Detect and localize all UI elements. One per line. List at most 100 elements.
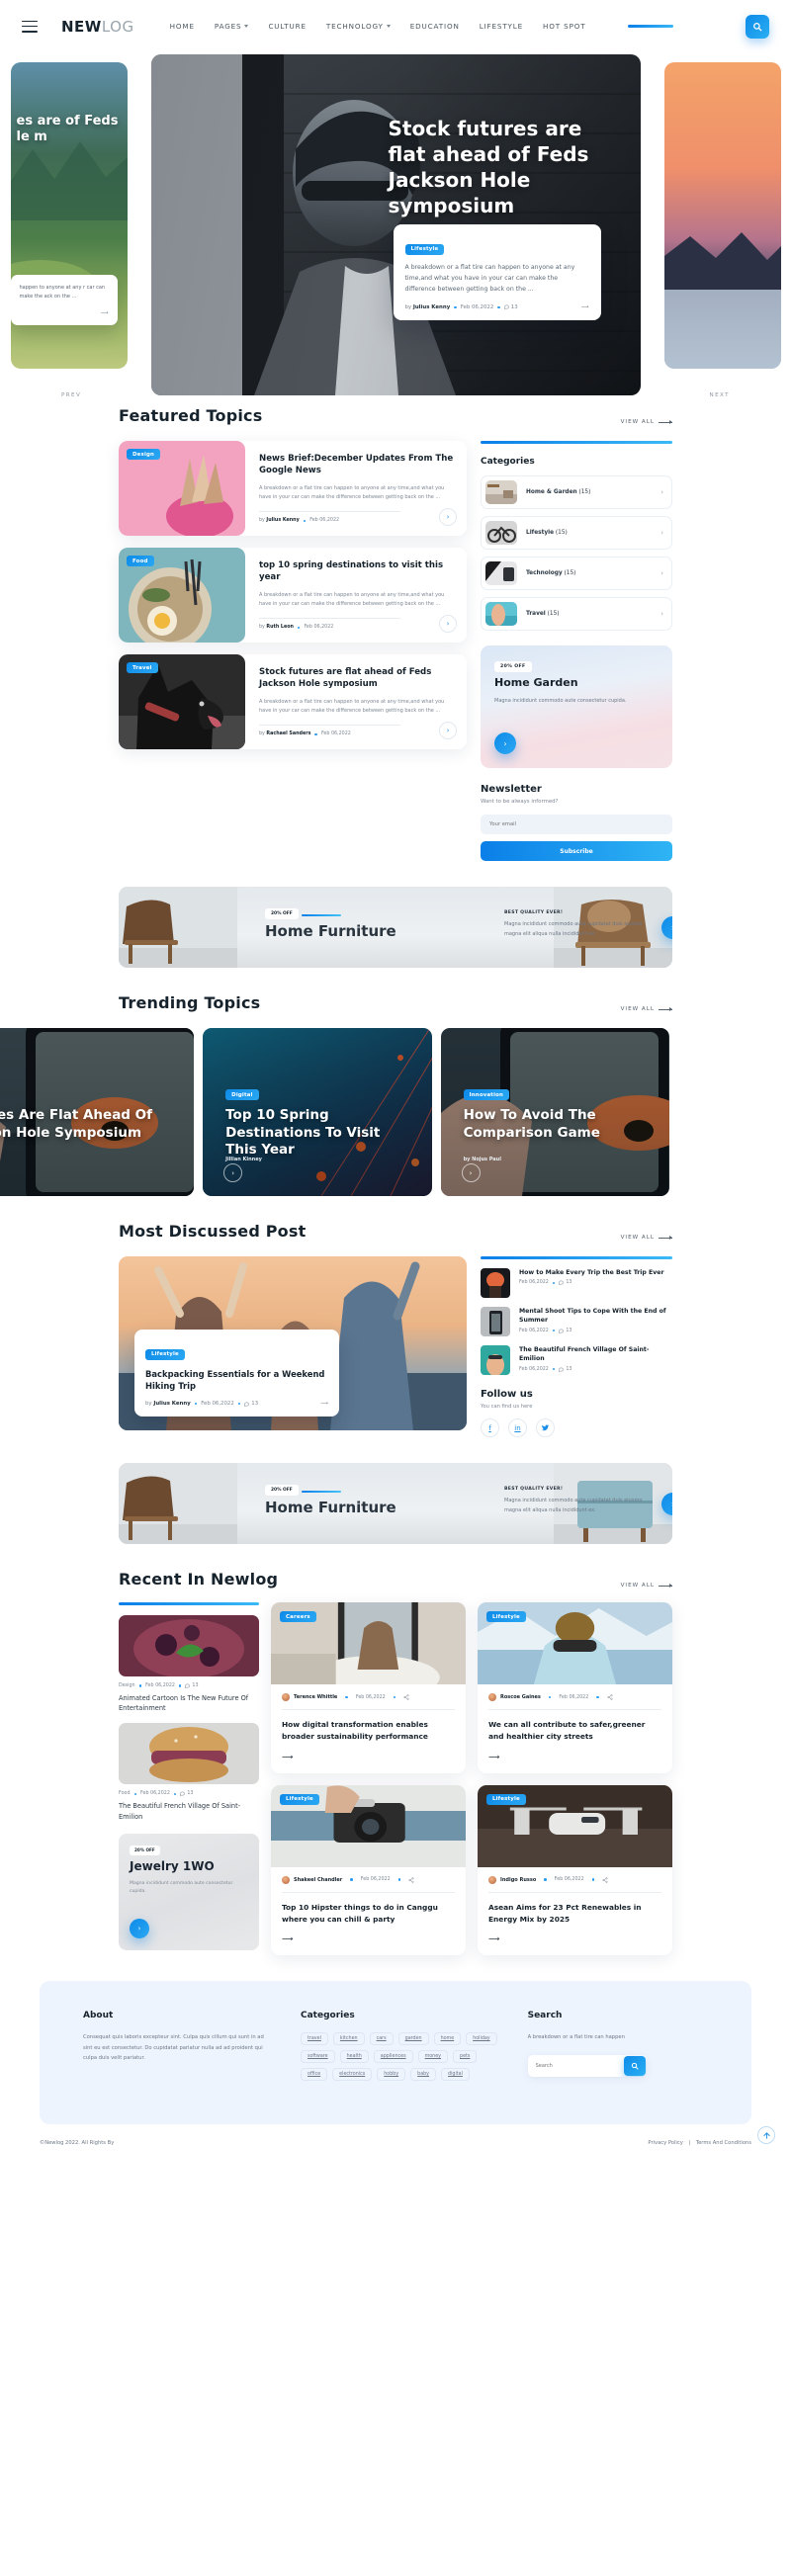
site-logo[interactable]: NEWLOG: [61, 18, 134, 36]
nav-item-hot-spot[interactable]: HOT SPOT: [543, 22, 585, 31]
recent-card[interactable]: Lifestyle Roscoe Gaines Feb 06,2022 We c…: [478, 1602, 672, 1773]
share-icon[interactable]: [403, 1694, 409, 1700]
recent-view-all[interactable]: VIEW ALL: [621, 1583, 672, 1589]
nav-item-technology[interactable]: TECHNOLOGY: [326, 22, 391, 31]
arrow-right-icon[interactable]: ⟶: [488, 1934, 661, 1943]
newsletter-subscribe-button[interactable]: Subscribe: [481, 841, 672, 861]
featured-card-next-button[interactable]: ›: [439, 722, 457, 739]
most-discussed-list-item[interactable]: The Beautiful French Village Of Saint-Em…: [481, 1345, 672, 1375]
featured-card[interactable]: Food top 10 spring destinations to visit…: [119, 548, 467, 643]
jewelry-promo-next-button[interactable]: ›: [130, 1918, 149, 1938]
footer-chip[interactable]: office: [301, 2068, 328, 2082]
featured-card-next-button[interactable]: ›: [439, 615, 457, 633]
featured-card-body: Stock futures are flat ahead of Feds Jac…: [245, 654, 467, 749]
arrow-right-icon[interactable]: ⟶: [258, 1401, 328, 1407]
sidebar-item-technology[interactable]: Technology (15) ›: [481, 557, 672, 590]
hero-next-label[interactable]: NEXT: [710, 392, 730, 398]
hero-slide-prev[interactable]: es are of Feds le m happen to anyone at …: [10, 62, 128, 369]
footer-chip[interactable]: electronics: [332, 2068, 373, 2082]
recent-card-date: Feb 06,2022: [559, 1694, 589, 1700]
featured-card[interactable]: Travel Stock futures are flat ahead of F…: [119, 654, 467, 749]
recent-card-title: We can all contribute to safer,greener a…: [488, 1720, 646, 1741]
list-item-comments: 13: [566, 1366, 572, 1372]
footer-chip[interactable]: kitchen: [332, 2032, 365, 2046]
linkedin-icon[interactable]: in: [508, 1418, 527, 1437]
nav-item-home[interactable]: HOME: [170, 22, 195, 31]
hero-prev-card[interactable]: happen to anyone at any r car can make t…: [10, 275, 118, 325]
nav-item-pages[interactable]: PAGES: [215, 22, 249, 31]
footer-chip[interactable]: garden: [397, 2032, 429, 2046]
hamburger-icon[interactable]: [22, 20, 38, 33]
avatar: [282, 1693, 290, 1701]
footer-chip[interactable]: holiday: [466, 2032, 497, 2046]
hero-slide-next[interactable]: [663, 62, 781, 369]
nav-label: HOME: [169, 22, 195, 31]
arrow-right-icon[interactable]: ⟶: [282, 1934, 455, 1943]
most-discussed-view-all[interactable]: VIEW ALL: [621, 1235, 672, 1241]
arrow-right-icon[interactable]: ⟶: [282, 1753, 455, 1761]
recent-card[interactable]: Lifestyle Indigo Russo Feb 06,2022 Asean…: [478, 1784, 672, 1956]
featured-card-next-button[interactable]: ›: [439, 508, 457, 526]
footer-chip[interactable]: digital: [441, 2068, 470, 2082]
footer-search-button[interactable]: [623, 2055, 646, 2076]
arrow-right-icon[interactable]: ⟶: [488, 1753, 661, 1761]
recent-left-column: Design Feb 06,2022 13 Animated Cartoon I…: [119, 1602, 259, 1950]
footer-chip[interactable]: hobby: [377, 2068, 406, 2082]
nav-item-lifestyle[interactable]: LIFESTYLE: [480, 22, 523, 31]
footer-chip-list: travel kitchen cars garden home holiday …: [301, 2032, 500, 2082]
recent-left-title[interactable]: The Beautiful French Village Of Saint-Em…: [119, 1801, 259, 1821]
trending-view-all[interactable]: VIEW ALL: [621, 1006, 672, 1012]
trending-card[interactable]: Creative Stock Futures Are Flat Ahead Of…: [0, 1028, 195, 1196]
trending-card-next-button[interactable]: ›: [461, 1163, 481, 1182]
footer-chip[interactable]: baby: [410, 2068, 437, 2082]
privacy-policy-link[interactable]: Privacy Policy: [648, 2140, 682, 2146]
twitter-icon[interactable]: [536, 1418, 555, 1437]
furniture-banner-2[interactable]: 20% OFF Home Furniture BEST QUALITY EVER…: [119, 1463, 672, 1544]
facebook-icon[interactable]: f: [481, 1418, 499, 1437]
terms-link[interactable]: Terms And Conditions: [696, 2140, 751, 2146]
share-icon[interactable]: [602, 1876, 608, 1883]
hero-excerpt-card[interactable]: Lifestyle A breakdown or a flat tire can…: [393, 224, 601, 320]
trending-card-next-button[interactable]: ›: [223, 1163, 243, 1182]
footer-search-input[interactable]: [527, 2054, 623, 2077]
hero-prev-label[interactable]: PREV: [61, 392, 81, 398]
chevron-right-icon: ›: [660, 610, 663, 618]
most-discussed-feature[interactable]: Lifestyle Backpacking Essentials for a W…: [119, 1256, 467, 1430]
furniture-banner[interactable]: 20% OFF Home Furniture BEST QUALITY EVER…: [119, 887, 672, 968]
scroll-to-top-button[interactable]: [757, 2126, 775, 2145]
footer-chip[interactable]: software: [301, 2050, 335, 2064]
nav-item-education[interactable]: EDUCATION: [410, 22, 460, 31]
footer-chip[interactable]: money: [417, 2050, 449, 2064]
footer-chip[interactable]: appliences: [373, 2050, 413, 2064]
nav-item-culture[interactable]: CULTURE: [268, 22, 306, 31]
featured-view-all[interactable]: VIEW ALL: [621, 419, 672, 425]
recent-card-date: Feb 06,2022: [355, 1694, 386, 1700]
footer-chip[interactable]: cars: [369, 2032, 394, 2046]
featured-card[interactable]: Design News Brief:December Updates From …: [119, 441, 467, 536]
header-search-button[interactable]: [746, 14, 769, 39]
promo-next-button[interactable]: ›: [494, 732, 516, 754]
sidebar-promo-card[interactable]: 20% OFF Home Garden Magna incididunt com…: [481, 645, 672, 768]
most-discussed-list-item[interactable]: How to Make Every Trip the Best Trip Eve…: [481, 1268, 672, 1298]
most-discussed-card[interactable]: Lifestyle Backpacking Essentials for a W…: [134, 1330, 339, 1417]
share-icon[interactable]: [607, 1694, 613, 1700]
newsletter-email-input[interactable]: [481, 815, 672, 834]
hero-slide-active[interactable]: Stock futures are flat ahead of Feds Jac…: [150, 54, 641, 395]
recent-left-title[interactable]: Animated Cartoon Is The New Future Of En…: [119, 1693, 259, 1713]
most-discussed-list-item[interactable]: Mental Shoot Tips to Cope With the End o…: [481, 1307, 672, 1336]
trending-card[interactable]: Digital Top 10 Spring Destinations To Vi…: [203, 1028, 432, 1196]
footer-chip[interactable]: pets: [453, 2050, 478, 2064]
recent-card-image: Careers: [271, 1602, 466, 1684]
recent-card[interactable]: Lifestyle Shakeel Chandler Feb 06,2022 T…: [271, 1784, 466, 1956]
arrow-right-icon[interactable]: ⟶: [518, 304, 589, 310]
trending-card[interactable]: Innovation How To Avoid The Comparison G…: [440, 1028, 669, 1196]
sidebar-item-lifestyle[interactable]: Lifestyle (15) ›: [481, 516, 672, 550]
sidebar-item-travel[interactable]: Travel (15) ›: [481, 597, 672, 631]
footer-chip[interactable]: home: [433, 2032, 462, 2046]
footer-chip[interactable]: travel: [301, 2032, 328, 2046]
jewelry-promo-card[interactable]: 20% OFF Jewelry 1WO Magna incididunt com…: [119, 1833, 259, 1950]
footer-chip[interactable]: health: [339, 2050, 369, 2064]
recent-card[interactable]: Careers Terence Whittle Feb 06,2022 How …: [271, 1602, 466, 1773]
sidebar-item-home-garden[interactable]: Home & Garden (15) ›: [481, 475, 672, 509]
share-icon[interactable]: [408, 1876, 414, 1883]
